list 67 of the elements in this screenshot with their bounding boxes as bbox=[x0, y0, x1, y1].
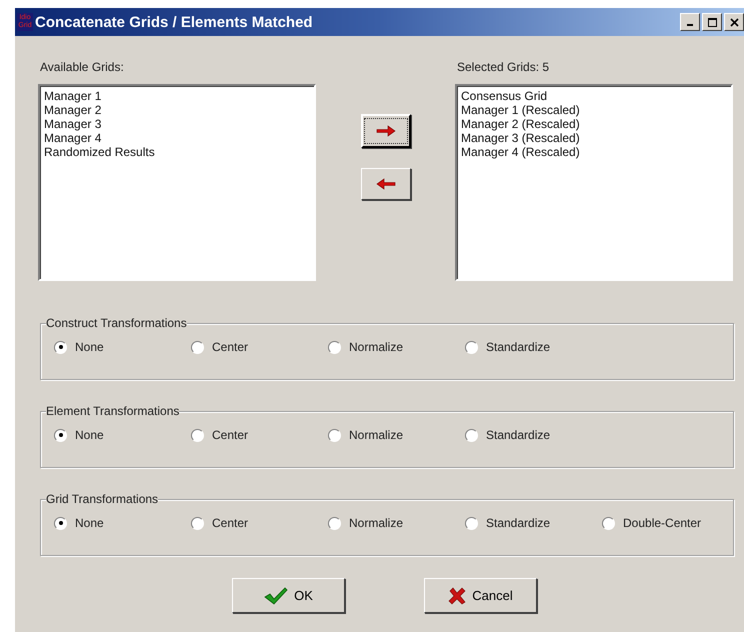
radio-button[interactable] bbox=[54, 340, 67, 354]
radio-option[interactable]: Standardize bbox=[465, 428, 550, 442]
radio-button[interactable] bbox=[191, 340, 204, 354]
radio-label: Standardize bbox=[486, 428, 550, 442]
radio-option[interactable]: Standardize bbox=[465, 340, 550, 354]
radio-button[interactable] bbox=[54, 428, 67, 442]
radio-button[interactable] bbox=[465, 340, 478, 354]
radio-button[interactable] bbox=[54, 516, 67, 530]
list-item[interactable]: Manager 4 bbox=[44, 131, 310, 145]
radio-button[interactable] bbox=[465, 428, 478, 442]
radio-label: Normalize bbox=[349, 340, 404, 354]
arrow-icon bbox=[374, 125, 396, 137]
radio-label: Center bbox=[212, 516, 248, 530]
selected-list[interactable]: Consensus Grid Manager 1 (Rescaled) Manager 2 (Rescaled) Manager 3 (Rescaled) Manager 4 (Rescaled) bbox=[455, 84, 733, 281]
radio-button[interactable] bbox=[465, 516, 478, 530]
radio-option[interactable]: None bbox=[54, 428, 191, 442]
radio-button[interactable] bbox=[328, 516, 341, 530]
radio-label: Normalize bbox=[349, 516, 404, 530]
cross-icon bbox=[448, 586, 466, 604]
radio-option[interactable]: Double-Center bbox=[602, 516, 702, 530]
list-item[interactable]: Randomized Results bbox=[44, 145, 310, 159]
ok-button[interactable]: OK bbox=[232, 578, 345, 613]
close-icon bbox=[730, 18, 738, 26]
radio-button[interactable] bbox=[602, 516, 615, 530]
radio-option[interactable]: Center bbox=[191, 516, 328, 530]
radio-label: Double-Center bbox=[623, 516, 702, 530]
cancel-button[interactable]: Cancel bbox=[424, 578, 537, 613]
radio-label: Normalize bbox=[349, 428, 404, 442]
radio-button[interactable] bbox=[191, 428, 204, 442]
list-item[interactable]: Manager 2 (Rescaled) bbox=[461, 117, 727, 131]
radio-button[interactable] bbox=[328, 428, 341, 442]
radio-label: Center bbox=[212, 340, 248, 354]
remove-button[interactable] bbox=[360, 168, 410, 200]
list-item[interactable]: Manager 3 bbox=[44, 117, 310, 131]
radio-option[interactable]: Standardize bbox=[465, 516, 602, 530]
available-list[interactable]: Manager 1 Manager 2 Manager 3 Manager 4 Randomized Results bbox=[38, 84, 316, 281]
add-button[interactable] bbox=[360, 114, 410, 148]
radio-option[interactable]: Center bbox=[191, 428, 328, 442]
list-item[interactable]: Consensus Grid bbox=[461, 89, 727, 103]
list-item[interactable]: Manager 3 (Rescaled) bbox=[461, 131, 727, 145]
radio-button[interactable] bbox=[191, 516, 204, 530]
list-item[interactable]: Manager 1 bbox=[44, 89, 310, 103]
list-label: Selected Grids: 5 bbox=[456, 60, 550, 76]
radio-label: None bbox=[75, 516, 104, 530]
radio-label: Standardize bbox=[486, 340, 550, 354]
maximize-icon bbox=[708, 18, 716, 26]
list-item[interactable]: Manager 4 (Rescaled) bbox=[461, 145, 727, 159]
radio-label: Center bbox=[212, 428, 248, 442]
radio-option[interactable]: Center bbox=[191, 340, 328, 354]
window-title: Concatenate Grids / Elements Matched bbox=[35, 14, 314, 30]
radio-option[interactable]: None bbox=[54, 340, 191, 354]
radio-option[interactable]: None bbox=[54, 516, 191, 530]
check-icon bbox=[264, 586, 288, 604]
radio-label: None bbox=[75, 340, 104, 354]
minimize-button[interactable] bbox=[680, 13, 700, 31]
arrow-icon bbox=[374, 178, 396, 190]
radio-label: Standardize bbox=[486, 516, 550, 530]
radio-option[interactable]: Normalize bbox=[328, 428, 465, 442]
list-label: Available Grids: bbox=[39, 60, 125, 76]
list-item[interactable]: Manager 2 bbox=[44, 103, 310, 117]
maximize-button[interactable] bbox=[702, 13, 722, 31]
close-button[interactable] bbox=[724, 13, 744, 31]
list-item[interactable]: Manager 1 (Rescaled) bbox=[461, 103, 727, 117]
radio-button[interactable] bbox=[328, 340, 341, 354]
radio-option[interactable]: Normalize bbox=[328, 516, 465, 530]
radio-option[interactable]: Normalize bbox=[328, 340, 465, 354]
radio-label: None bbox=[75, 428, 104, 442]
